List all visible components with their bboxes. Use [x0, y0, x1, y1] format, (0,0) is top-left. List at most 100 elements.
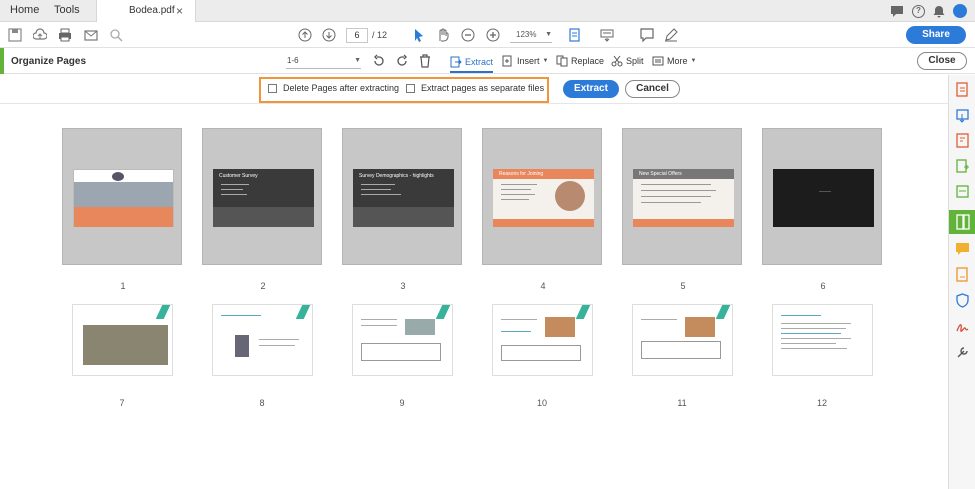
- slide-title: Customer Survey: [219, 173, 258, 179]
- fit-page-icon[interactable]: [568, 28, 582, 42]
- slide-title: Survey Demographics - highlights: [359, 173, 434, 179]
- page-number: 12: [816, 398, 827, 408]
- page-preview: [772, 304, 873, 376]
- page-preview: [492, 304, 593, 376]
- page-thumbnail[interactable]: 9: [342, 304, 462, 441]
- organize-pages-bar: Organize Pages 1-6 ▼ Extract Insert ▼ Re…: [0, 48, 975, 74]
- page-thumbnail[interactable]: 7: [62, 304, 182, 441]
- cancel-button[interactable]: Cancel: [625, 80, 680, 98]
- page-number: 5: [680, 281, 686, 291]
- organize-pages-tool[interactable]: [949, 210, 975, 234]
- save-icon[interactable]: [8, 28, 22, 42]
- page-thumbnail[interactable]: 11: [622, 304, 742, 441]
- comment-tool-icon[interactable]: [955, 241, 970, 256]
- person-photo: [235, 335, 249, 357]
- bell-icon[interactable]: [933, 5, 945, 18]
- green-accent: [715, 305, 731, 319]
- tab-close-icon[interactable]: ×: [176, 4, 183, 18]
- extract-tool-label: Extract: [465, 57, 494, 67]
- more-tool-button[interactable]: More ▼: [652, 53, 696, 69]
- next-page-icon[interactable]: [322, 28, 336, 42]
- bullet-line: [501, 189, 531, 190]
- page-preview: [352, 304, 453, 376]
- protect-export-icon[interactable]: [955, 184, 970, 199]
- combine-files-icon[interactable]: [955, 159, 970, 174]
- extract-button[interactable]: Extract: [563, 80, 619, 98]
- text-line: [781, 328, 846, 329]
- comment-bubble-icon[interactable]: [890, 5, 904, 18]
- extract-options-bar: Delete Pages after extracting Extract pa…: [0, 75, 948, 104]
- page-preview: [73, 169, 174, 227]
- avatar[interactable]: [953, 4, 967, 18]
- edit-pdf-icon[interactable]: [955, 133, 970, 148]
- scissors-icon: [611, 55, 623, 67]
- cancel-button-label: Cancel: [636, 83, 669, 94]
- text-line: [259, 339, 299, 340]
- page-thumbnails-area: 1 Customer Survey 2 Survey Demographics …: [0, 104, 948, 489]
- zoom-in-icon[interactable]: [486, 28, 500, 42]
- share-button[interactable]: Share: [906, 26, 966, 44]
- text-line: [361, 319, 397, 320]
- protect-shield-icon[interactable]: [955, 293, 970, 308]
- header-right-icons: ?: [890, 3, 967, 19]
- page-thumbnail[interactable]: 8: [202, 304, 322, 441]
- split-tool-button[interactable]: Split: [611, 53, 644, 69]
- extract-tool-button[interactable]: Extract: [450, 53, 494, 73]
- zoom-select[interactable]: 123% ▼: [510, 28, 552, 43]
- page-thumbnail[interactable]: 10: [482, 304, 602, 441]
- email-icon[interactable]: [84, 28, 98, 42]
- page-thumbnail[interactable]: Survey Demographics - highlights 3: [342, 128, 462, 291]
- previous-page-icon[interactable]: [298, 28, 312, 42]
- tools-wrench-icon[interactable]: [955, 345, 970, 360]
- page-thumbnail[interactable]: 6: [762, 128, 882, 291]
- keyboard-scroll-icon[interactable]: [600, 28, 614, 42]
- delete-pages-checkbox[interactable]: [268, 84, 277, 93]
- page-thumbnail[interactable]: 12: [762, 304, 882, 441]
- rotate-left-icon[interactable]: [372, 54, 386, 68]
- text-line: [221, 315, 261, 316]
- signature-icon[interactable]: [955, 319, 970, 334]
- cloud-upload-icon[interactable]: [33, 28, 47, 42]
- comment-icon[interactable]: [640, 28, 654, 42]
- tab-tools[interactable]: Tools: [54, 4, 80, 16]
- page-number: 6: [820, 281, 826, 291]
- page-preview: [72, 304, 173, 376]
- people-photo: [555, 181, 585, 211]
- close-button[interactable]: Close: [917, 52, 967, 70]
- help-icon[interactable]: ?: [912, 4, 925, 18]
- share-button-label: Share: [922, 29, 950, 40]
- tab-home[interactable]: Home: [10, 4, 39, 16]
- page-preview: [632, 304, 733, 376]
- select-arrow-icon[interactable]: [412, 28, 426, 42]
- print-icon[interactable]: [58, 28, 72, 42]
- export-pdf-icon[interactable]: [955, 82, 970, 97]
- page-thumbnail[interactable]: New Special Offers 5: [622, 128, 742, 291]
- insert-tool-button[interactable]: Insert ▼: [502, 53, 548, 69]
- chevron-down-icon: ▼: [545, 31, 552, 38]
- trash-icon[interactable]: [418, 54, 432, 68]
- extract-icon: [450, 56, 462, 68]
- zoom-out-icon[interactable]: [461, 28, 475, 42]
- more-tool-label: More: [667, 56, 688, 66]
- search-icon[interactable]: [109, 28, 123, 42]
- tab-document[interactable]: Bodea.pdf ×: [96, 0, 196, 23]
- data-table: [361, 343, 441, 361]
- page-thumbnail[interactable]: Customer Survey 2: [202, 128, 322, 291]
- fill-sign-icon[interactable]: [955, 267, 970, 282]
- sign-pen-icon[interactable]: [664, 28, 678, 42]
- page-thumbnail[interactable]: 1: [62, 128, 182, 291]
- slide-title: New Special Offers: [639, 171, 682, 177]
- page-number: 9: [399, 398, 405, 408]
- hand-tool-icon[interactable]: [436, 28, 450, 42]
- page-thumbnail[interactable]: Reasons for Joining 4: [482, 128, 602, 291]
- page-range-select[interactable]: 1-6 ▼: [286, 54, 361, 69]
- slide-footer: [633, 219, 734, 227]
- separate-files-checkbox[interactable]: [406, 84, 415, 93]
- bullet-line: [361, 184, 395, 185]
- photo: [405, 319, 435, 335]
- page-number: 4: [540, 281, 546, 291]
- rotate-right-icon[interactable]: [395, 54, 409, 68]
- replace-tool-button[interactable]: Replace: [556, 53, 604, 69]
- create-pdf-icon[interactable]: [955, 108, 970, 123]
- page-number-input[interactable]: 6: [346, 28, 368, 43]
